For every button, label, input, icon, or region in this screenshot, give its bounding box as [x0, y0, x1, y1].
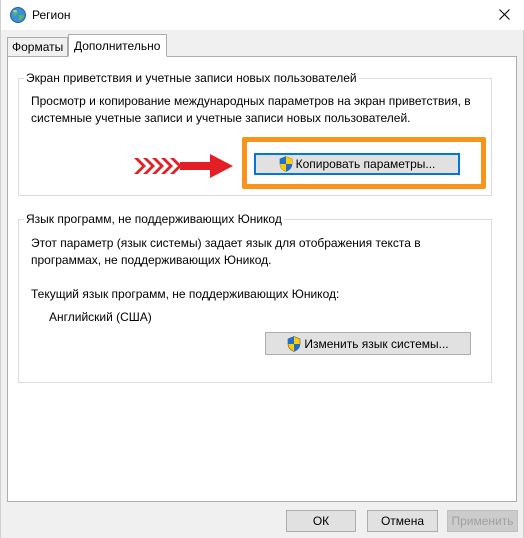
close-button[interactable] [489, 0, 519, 28]
uac-shield-icon [288, 335, 301, 352]
red-arrow-icon [134, 154, 233, 178]
ok-button[interactable]: ОК [286, 510, 356, 532]
apply-button[interactable]: Применить [447, 510, 518, 532]
title-bar[interactable]: Регион [1, 0, 524, 30]
region-dialog: Регион Форматы Дополнительно Экран приве… [0, 0, 524, 538]
welcome-description-line2: системные учетные записи и учетные запис… [31, 111, 411, 125]
copy-settings-label: Копировать параметры... [295, 157, 436, 171]
welcome-screen-group: Экран приветствия и учетные записи новых… [18, 71, 492, 196]
non-unicode-description-line1: Этот параметр (язык системы) задает язык… [31, 236, 421, 250]
non-unicode-group: Язык программ, не поддерживающих Юникод … [18, 212, 492, 383]
globe-icon [10, 7, 26, 23]
current-language-value: Английский (США) [49, 310, 152, 324]
welcome-group-legend: Экран приветствия и учетные записи новых… [24, 71, 359, 85]
uac-shield-icon [279, 156, 292, 172]
tab-formats[interactable]: Форматы [7, 37, 68, 56]
copy-settings-button[interactable]: Копировать параметры... [254, 153, 460, 175]
change-system-locale-button[interactable]: Изменить язык системы... [265, 332, 471, 355]
tab-advanced[interactable]: Дополнительно [68, 34, 167, 57]
non-unicode-group-legend: Язык программ, не поддерживающих Юникод [24, 212, 284, 226]
cancel-button[interactable]: Отмена [367, 510, 438, 532]
close-icon [498, 8, 510, 20]
non-unicode-description-line2: программах, не поддерживающих Юникод. [31, 253, 272, 267]
current-language-label: Текущий язык программ, не поддерживающих… [31, 287, 340, 301]
welcome-description-line1: Просмотр и копирование международных пар… [31, 94, 471, 108]
window-title: Регион [32, 8, 71, 22]
tab-panel-advanced: Экран приветствия и учетные записи новых… [7, 56, 517, 502]
change-system-locale-label: Изменить язык системы... [304, 336, 449, 351]
